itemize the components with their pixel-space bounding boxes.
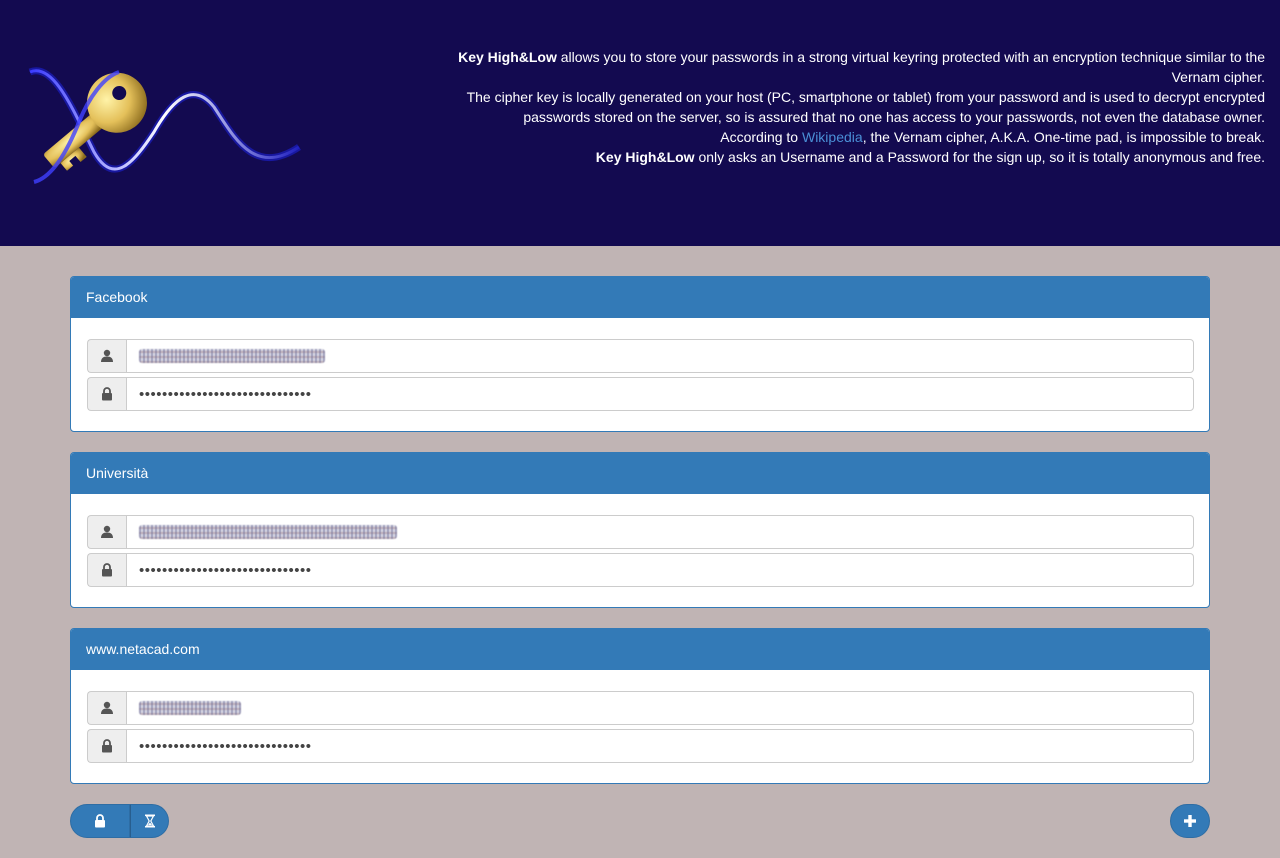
- description-line-4: Key High&Low only asks an Username and a…: [595, 149, 1265, 165]
- password-input[interactable]: ••••••••••••••••••••••••••••••: [126, 553, 1194, 587]
- username-field: [87, 515, 1194, 549]
- lock-icon: [87, 377, 126, 411]
- add-entry-button[interactable]: [1170, 804, 1210, 838]
- description-line-3: According to Wikipedia, the Vernam ciphe…: [720, 129, 1265, 145]
- username-field: [87, 691, 1194, 725]
- user-icon: [87, 515, 126, 549]
- password-input[interactable]: ••••••••••••••••••••••••••••••: [126, 729, 1194, 763]
- password-field: ••••••••••••••••••••••••••••••: [87, 377, 1194, 411]
- password-field: ••••••••••••••••••••••••••••••: [87, 553, 1194, 587]
- blurred-username: [139, 701, 241, 715]
- entry-panel-facebook: Facebook ••••••••••••••••••••••••••••••: [70, 276, 1210, 432]
- entry-panel-netacad: www.netacad.com ••••••••••••••••••••••••…: [70, 628, 1210, 784]
- lock-icon: [87, 729, 126, 763]
- hourglass-icon: [144, 814, 155, 828]
- username-input[interactable]: [126, 515, 1194, 549]
- username-field: [87, 339, 1194, 373]
- blurred-username: [139, 525, 397, 539]
- password-input[interactable]: ••••••••••••••••••••••••••••••: [126, 377, 1194, 411]
- header: Key High&Low allows you to store your pa…: [0, 0, 1280, 246]
- user-icon: [87, 691, 126, 725]
- lock-button[interactable]: [70, 804, 130, 838]
- lock-icon: [87, 553, 126, 587]
- user-icon: [87, 339, 126, 373]
- entry-title[interactable]: Facebook: [71, 277, 1209, 318]
- entry-panel-universita: Università •••••••••••••••••••••••••••••…: [70, 452, 1210, 608]
- username-input[interactable]: [126, 339, 1194, 373]
- blurred-username: [139, 349, 325, 363]
- entry-title[interactable]: Università: [71, 453, 1209, 494]
- hourglass-button[interactable]: [130, 804, 169, 838]
- entry-title[interactable]: www.netacad.com: [71, 629, 1209, 670]
- footer-button-group: [70, 804, 169, 838]
- plus-icon: [1184, 815, 1196, 827]
- username-input[interactable]: [126, 691, 1194, 725]
- description-line-2: The cipher key is locally generated on y…: [466, 89, 1265, 125]
- description-line-1: Key High&Low allows you to store your pa…: [458, 49, 1265, 85]
- key-logo: [28, 67, 301, 184]
- wikipedia-link[interactable]: Wikipedia: [802, 129, 863, 145]
- app-description: Key High&Low allows you to store your pa…: [425, 47, 1265, 167]
- password-field: ••••••••••••••••••••••••••••••: [87, 729, 1194, 763]
- lock-icon: [95, 814, 105, 828]
